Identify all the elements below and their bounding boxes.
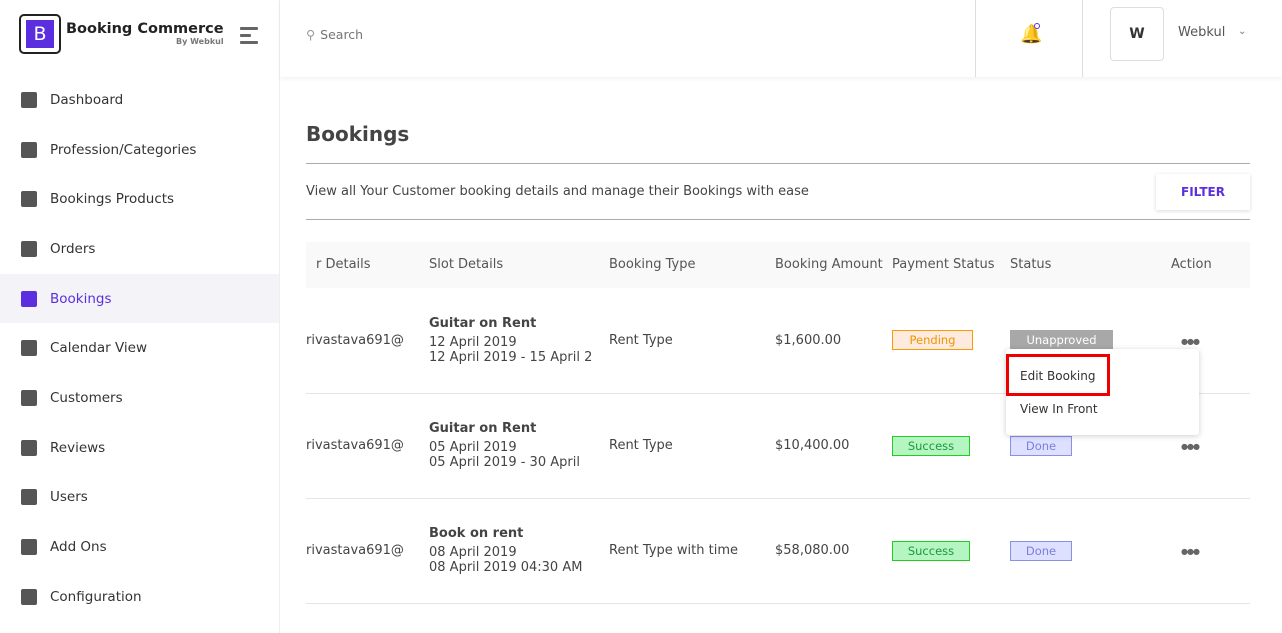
topbar: ⚲ 🔔 W Webkul ⌄	[280, 0, 1282, 77]
sidebar-item-label: Customers	[50, 389, 123, 406]
gear-icon	[21, 588, 37, 605]
sidebar-item[interactable]: Add Ons	[0, 522, 279, 572]
sidebar-item-label: Add Ons	[50, 539, 107, 556]
notification-dot	[1034, 23, 1040, 29]
booking-type: Rent Type with time	[609, 498, 775, 604]
more-actions-icon[interactable]: ●●●	[1171, 337, 1200, 346]
calendar-icon	[21, 340, 37, 357]
chevron-down-icon[interactable]: ⌄	[1238, 26, 1246, 37]
slot-cell: Guitar on Rent 12 April 2019 12 April 2019…	[429, 288, 609, 394]
status-badge: Unapproved	[1010, 330, 1113, 351]
customer-cell: rivastava691@	[306, 288, 429, 394]
logo-icon: B	[19, 14, 61, 54]
page-title: Bookings	[306, 122, 410, 146]
sidebar-item[interactable]: Customers	[0, 373, 279, 423]
slot-cell: Book on rent 08 April 2019 08 April 2019 0…	[429, 498, 609, 604]
sidebar-item[interactable]: Reviews	[0, 423, 279, 473]
menu-item-view-in-front[interactable]: View In Front	[1020, 402, 1098, 416]
sidebar-item[interactable]: Bookings	[0, 273, 279, 324]
sidebar-nav: Dashboard Profession/Categories Bookings P…	[0, 75, 279, 622]
products-icon	[21, 191, 37, 208]
column-header: Slot Details	[429, 256, 504, 272]
column-header: Booking Type	[609, 256, 696, 272]
filter-button[interactable]: FILTER	[1156, 173, 1250, 210]
search-icon: ⚲	[306, 27, 316, 42]
sidebar-item[interactable]: Bookings Products	[0, 174, 279, 224]
column-header: Booking Amount	[775, 256, 883, 272]
sidebar-item[interactable]: Configuration	[0, 572, 279, 622]
more-actions-icon[interactable]: ●●●	[1171, 442, 1200, 451]
search-box[interactable]: ⚲	[306, 27, 621, 42]
bookings-icon	[21, 290, 37, 307]
sidebar-item[interactable]: Dashboard	[0, 75, 279, 125]
dashboard-icon	[21, 91, 37, 108]
booking-type: Rent Type	[609, 288, 775, 394]
puzzle-icon	[21, 539, 37, 556]
sidebar-item-label: Bookings	[50, 290, 112, 307]
customers-icon	[21, 389, 37, 406]
sidebar-item-label: Calendar View	[50, 340, 148, 357]
slot-cell: Guitar on Rent 05 April 2019 05 April 2019…	[429, 393, 609, 499]
main-content: Bookings View all Your Customer booking …	[306, 77, 1250, 604]
status-badge: Done	[1010, 435, 1072, 456]
booking-amount: $10,400.00	[775, 393, 892, 499]
sidebar-item-label: Dashboard	[50, 91, 124, 108]
highlight-box	[1006, 354, 1110, 396]
sidebar-item[interactable]: Users	[0, 473, 279, 523]
sidebar-item-label: Configuration	[50, 588, 142, 605]
sidebar-item[interactable]: Orders	[0, 224, 279, 274]
categories-icon	[21, 141, 37, 158]
users-icon	[21, 489, 37, 506]
star-icon	[21, 439, 37, 456]
sidebar-item[interactable]: Calendar View	[0, 323, 279, 373]
sidebar-item-label: Orders	[50, 240, 96, 257]
logo[interactable]: B Booking Commerce By Webkul	[19, 14, 224, 54]
sidebar-item-label: Reviews	[50, 439, 106, 456]
sidebar: B Booking Commerce By Webkul Dashboard Pr…	[0, 0, 280, 633]
payment-status-badge: Success	[892, 540, 970, 561]
sidebar-item[interactable]: Profession/Categories	[0, 125, 279, 175]
table-row: rivastava691@ Book on rent 08 April 2019 0…	[306, 498, 1250, 604]
column-header: Status	[1010, 256, 1052, 272]
user-name[interactable]: Webkul	[1178, 25, 1225, 40]
orders-icon	[21, 240, 37, 257]
booking-amount: $1,600.00	[775, 288, 892, 394]
brand-subtitle: By Webkul	[176, 37, 224, 47]
brand-title: Booking Commerce	[66, 20, 224, 37]
customer-cell: rivastava691@	[306, 498, 429, 604]
avatar[interactable]: W	[1110, 7, 1164, 61]
payment-status-badge: Success	[892, 435, 970, 456]
column-header: r Details	[316, 256, 371, 272]
customer-cell: rivastava691@	[306, 393, 429, 499]
status-badge: Done	[1010, 540, 1072, 561]
sidebar-item-label: Users	[50, 489, 88, 506]
column-header: Action	[1171, 256, 1212, 272]
sidebar-item-label: Bookings Products	[50, 191, 175, 208]
divider	[1082, 0, 1083, 77]
booking-type: Rent Type	[609, 393, 775, 499]
more-actions-icon[interactable]: ●●●	[1171, 547, 1200, 556]
booking-amount: $58,080.00	[775, 498, 892, 604]
divider	[975, 0, 976, 77]
menu-toggle-icon[interactable]	[240, 27, 258, 48]
payment-status-badge: Pending	[892, 330, 973, 351]
sidebar-item-label: Profession/Categories	[50, 141, 197, 158]
column-header: Payment Status	[892, 256, 995, 272]
search-input[interactable]	[320, 27, 621, 42]
page-description: View all Your Customer booking details a…	[306, 184, 809, 199]
